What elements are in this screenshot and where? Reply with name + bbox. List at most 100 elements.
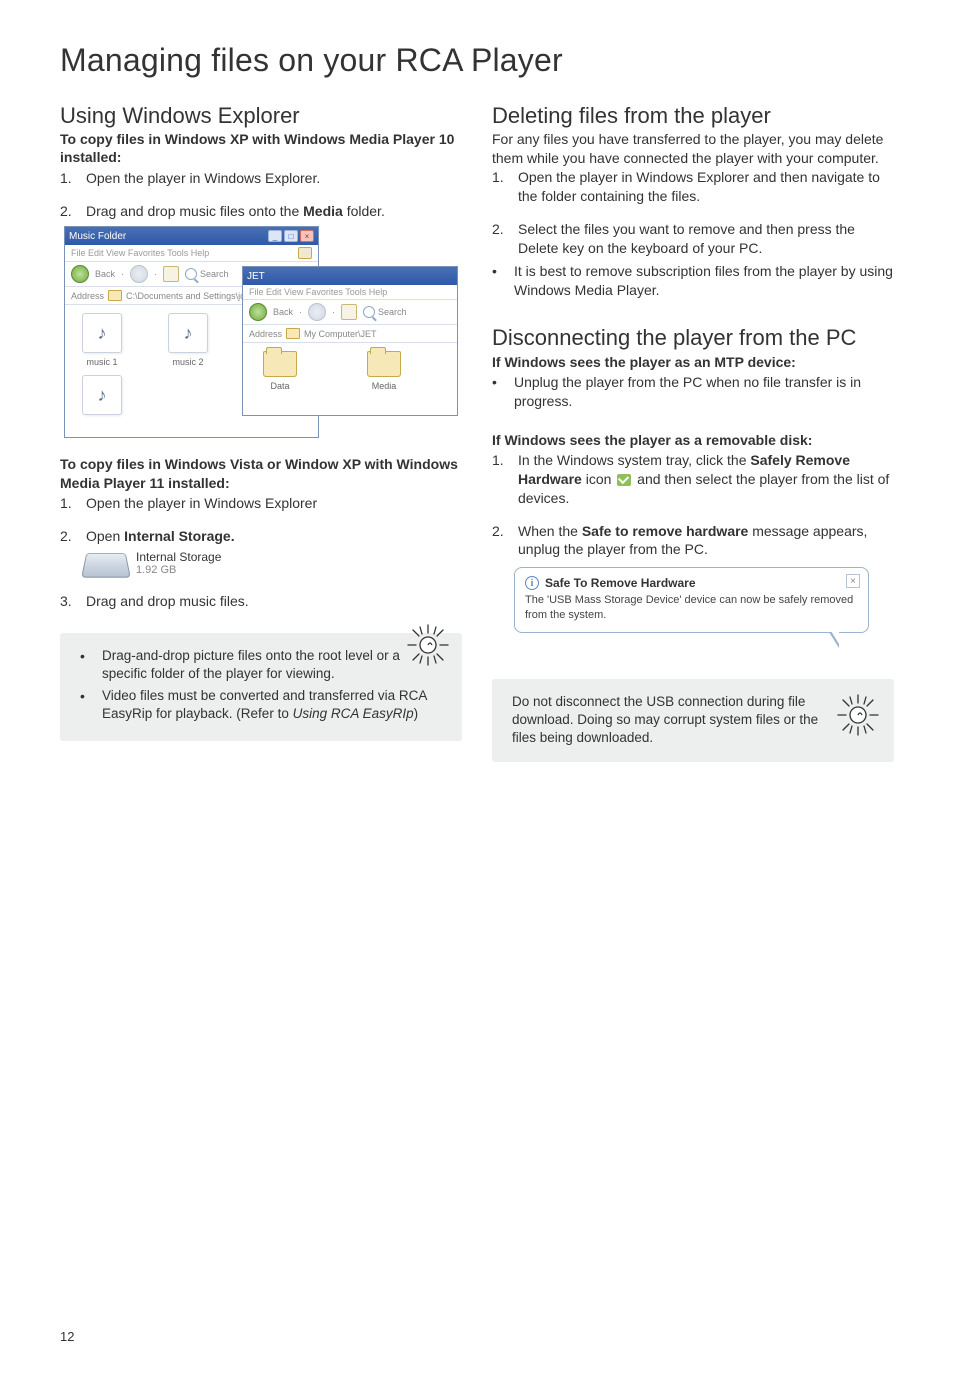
up-folder-icon bbox=[163, 266, 179, 282]
step-number: 3. bbox=[60, 592, 76, 611]
tip-text: Drag-and-drop picture files onto the roo… bbox=[102, 647, 446, 683]
list-item: 3. Drag and drop music files. bbox=[60, 592, 462, 611]
subhead-removable: If Windows sees the player as a removabl… bbox=[492, 431, 894, 449]
step-text: Open Internal Storage. bbox=[86, 527, 462, 546]
tip-box: Drag-and-drop picture files onto the roo… bbox=[60, 633, 462, 742]
step-number: 2. bbox=[492, 220, 508, 258]
address-path: My Computer\JET bbox=[304, 329, 377, 339]
safely-remove-hardware-icon bbox=[617, 474, 631, 486]
section-heading-disconnecting: Disconnecting the player from the PC bbox=[492, 325, 894, 350]
step-number: 2. bbox=[492, 522, 508, 560]
tip-sun-icon bbox=[834, 691, 882, 739]
left-column: Using Windows Explorer To copy files in … bbox=[60, 97, 462, 762]
search-label: Search bbox=[378, 307, 407, 317]
file-label: Media bbox=[372, 381, 397, 391]
list-item: 2. Select the files you want to remove a… bbox=[492, 220, 894, 258]
step-text: In the Windows system tray, click the Sa… bbox=[518, 451, 894, 508]
list-item: 1. In the Windows system tray, click the… bbox=[492, 451, 894, 508]
music-file-icon: ♪ bbox=[98, 323, 107, 344]
page-number: 12 bbox=[60, 1329, 74, 1344]
subhead-vista-wmp11: To copy files in Windows Vista or Window… bbox=[60, 455, 462, 491]
windows-flag-icon bbox=[298, 247, 312, 259]
file-label: Data bbox=[270, 381, 289, 391]
list-item: Unplug the player from the PC when no fi… bbox=[492, 373, 894, 411]
list-item: It is best to remove subscription files … bbox=[492, 262, 894, 300]
subhead-xp-wmp10: To copy files in Windows XP with Windows… bbox=[60, 130, 462, 166]
forward-icon bbox=[130, 265, 148, 283]
balloon-tail-icon bbox=[829, 632, 839, 648]
text-fragment: icon bbox=[582, 471, 615, 487]
balloon-body: The 'USB Mass Storage Device' device can… bbox=[525, 593, 858, 622]
bullet-text: Unplug the player from the PC when no fi… bbox=[514, 373, 894, 411]
window-title: JET bbox=[247, 271, 265, 282]
step-text: Open the player in Windows Explorer bbox=[86, 494, 462, 513]
close-icon: × bbox=[300, 230, 314, 242]
search-label: Search bbox=[200, 269, 229, 279]
step-number: 2. bbox=[60, 527, 76, 546]
italic-text: Using RCA EasyRIp bbox=[293, 706, 414, 721]
music-file-icon: ♪ bbox=[98, 385, 107, 406]
address-label: Address bbox=[71, 291, 104, 301]
tip-text: Video files must be converted and transf… bbox=[102, 687, 446, 723]
search-icon bbox=[363, 306, 375, 318]
step-number: 1. bbox=[60, 494, 76, 513]
menu-bar: File Edit View Favorites Tools Help bbox=[249, 287, 387, 297]
file-label: music 1 bbox=[86, 357, 117, 367]
bold-text: Media bbox=[303, 203, 343, 219]
address-label: Address bbox=[249, 329, 282, 339]
explorer-screenshot: Music Folder _□× File Edit View Favorite… bbox=[64, 226, 459, 441]
list-item: 1. Open the player in Windows Explorer a… bbox=[492, 168, 894, 206]
step-text: Open the player in Windows Explorer. bbox=[86, 169, 462, 188]
folder-icon bbox=[367, 351, 401, 377]
list-item: 2. When the Safe to remove hardware mess… bbox=[492, 522, 894, 560]
warning-text: Do not disconnect the USB connection dur… bbox=[512, 693, 824, 748]
step-number: 1. bbox=[492, 168, 508, 206]
list-item: 1. Open the player in Windows Explorer bbox=[60, 494, 462, 513]
search-icon bbox=[185, 268, 197, 280]
list-item: 2. Open Internal Storage. bbox=[60, 527, 462, 546]
folder-icon bbox=[263, 351, 297, 377]
back-icon bbox=[71, 265, 89, 283]
tip-sun-icon bbox=[404, 621, 452, 669]
tip-item: Drag-and-drop picture files onto the roo… bbox=[80, 647, 446, 683]
text-fragment: When the bbox=[518, 523, 582, 539]
step-text: Open the player in Windows Explorer and … bbox=[518, 168, 894, 206]
forward-icon bbox=[308, 303, 326, 321]
drive-size: 1.92 GB bbox=[136, 564, 221, 576]
folder-icon bbox=[108, 290, 122, 301]
window-title: Music Folder bbox=[69, 231, 126, 242]
up-folder-icon bbox=[341, 304, 357, 320]
balloon-title: Safe To Remove Hardware bbox=[545, 576, 696, 590]
maximize-icon: □ bbox=[284, 230, 298, 242]
section-heading-using-explorer: Using Windows Explorer bbox=[60, 103, 462, 128]
hard-drive-icon bbox=[84, 550, 128, 578]
subhead-mtp: If Windows sees the player as an MTP dev… bbox=[492, 353, 894, 371]
minimize-icon: _ bbox=[268, 230, 282, 242]
file-label: music 2 bbox=[172, 357, 203, 367]
bold-text: Safe to remove hardware bbox=[582, 523, 749, 539]
back-label: Back bbox=[95, 269, 115, 279]
text-fragment: folder. bbox=[343, 203, 385, 219]
step-text: When the Safe to remove hardware message… bbox=[518, 522, 894, 560]
text-fragment: Drag and drop music files onto the bbox=[86, 203, 303, 219]
step-number: 1. bbox=[492, 451, 508, 508]
bold-text: Internal Storage. bbox=[124, 528, 234, 544]
step-text: Drag and drop music files. bbox=[86, 592, 462, 611]
step-number: 1. bbox=[60, 169, 76, 188]
page-title: Managing files on your RCA Player bbox=[60, 42, 894, 79]
step-text: Drag and drop music files onto the Media… bbox=[86, 202, 462, 221]
music-file-icon: ♪ bbox=[184, 323, 193, 344]
drive-name: Internal Storage bbox=[136, 551, 221, 564]
text-fragment: In the Windows system tray, click the bbox=[518, 452, 750, 468]
info-icon: i bbox=[525, 576, 539, 590]
step-number: 2. bbox=[60, 202, 76, 221]
internal-storage-drive: Internal Storage 1.92 GB bbox=[84, 550, 462, 578]
safe-remove-balloon: × iSafe To Remove Hardware The 'USB Mass… bbox=[514, 567, 869, 649]
list-item: 1. Open the player in Windows Explorer. bbox=[60, 169, 462, 188]
folder-icon bbox=[286, 328, 300, 339]
back-label: Back bbox=[273, 307, 293, 317]
warning-box: Do not disconnect the USB connection dur… bbox=[492, 679, 894, 762]
body-text: For any files you have transferred to th… bbox=[492, 130, 894, 168]
text-fragment: ) bbox=[414, 706, 419, 721]
list-item: 2. Drag and drop music files onto the Me… bbox=[60, 202, 462, 221]
